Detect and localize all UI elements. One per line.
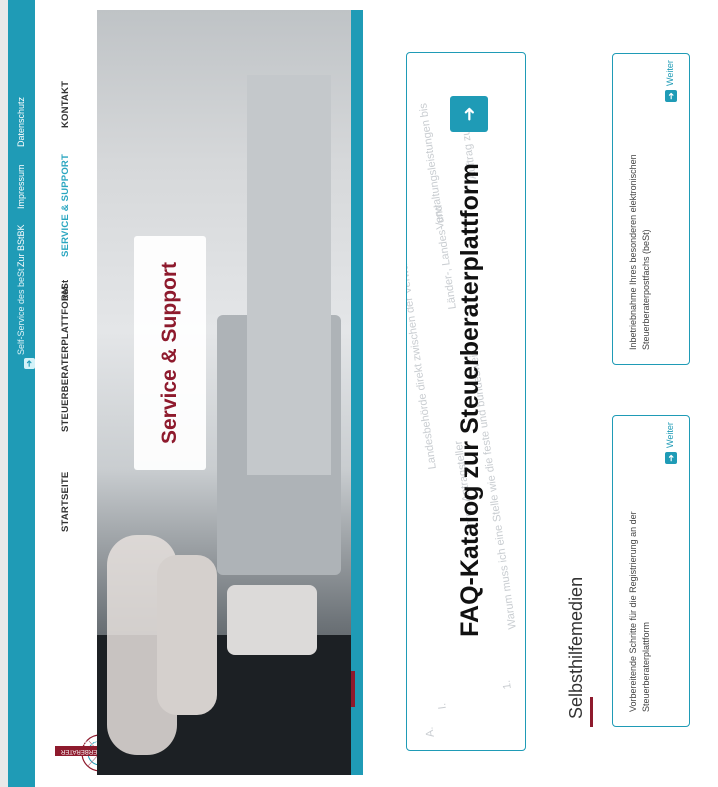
nav-best[interactable]: beSt [60,280,71,301]
arrow-right-icon: ➜ [665,452,677,464]
bstbk-link[interactable]: Zur BStBK [8,224,35,267]
weiter-link[interactable]: Weiter [665,60,675,86]
faq-bg-text: Landesbehörde direkt zwischen der Verwal… [406,210,439,470]
hero-stripe [351,10,363,775]
impressum-link[interactable]: Impressum [8,164,35,209]
service-bar: ➜ Self-Service des beSt Zur BStBK Impres… [8,0,35,787]
selfservice-link[interactable]: Self-Service des beSt [8,268,35,355]
faq-bg-text: 1. [500,679,514,690]
datenschutz-link[interactable]: Datenschutz [8,97,35,147]
nav-startseite[interactable]: STARTSEITE [60,472,71,532]
card-text: Inbetriebnahme Ihres besonderen elektron… [628,154,651,350]
weiter-link[interactable]: Weiter [665,422,675,448]
faq-card[interactable]: A. I. 1. Warum muss ich eine Stelle wie … [406,52,526,751]
section-title: Selbsthilfemedien [566,576,586,719]
hero-title-card: Service & Support [134,236,206,470]
arrow-right-icon: ➜ [24,358,35,369]
faq-title: FAQ-Katalog zur Steuerberaterplattform [456,163,484,637]
accent-bar [351,671,355,707]
hero-title: Service & Support [158,261,181,445]
faq-bg-text: Verwaltungsleistungen bis [417,102,447,230]
faq-bg-text: A. [423,726,437,738]
main-navigation: STEUERBERATER PLATTFORM STARTSEITE STEUE… [35,0,120,787]
page-canvas: ➜ Self-Service des beSt Zur BStBK Impres… [0,0,718,787]
card-text: Vorbereitende Schritte für die Registrie… [628,511,651,712]
selbsthilfe-card-best[interactable]: Inbetriebnahme Ihres besonderen elektron… [612,53,690,365]
nav-service-support[interactable]: SERVICE & SUPPORT [60,154,71,257]
selbsthilfe-card-registrierung[interactable]: Vorbereitende Schritte für die Registrie… [612,415,690,727]
arrow-right-icon: ➜ [665,90,677,102]
nav-kontakt[interactable]: KONTAKT [60,81,71,128]
nav-steuerberaterplattform[interactable]: STEUERBERATERPLATTFORM [60,286,71,432]
section-underline [590,697,593,727]
